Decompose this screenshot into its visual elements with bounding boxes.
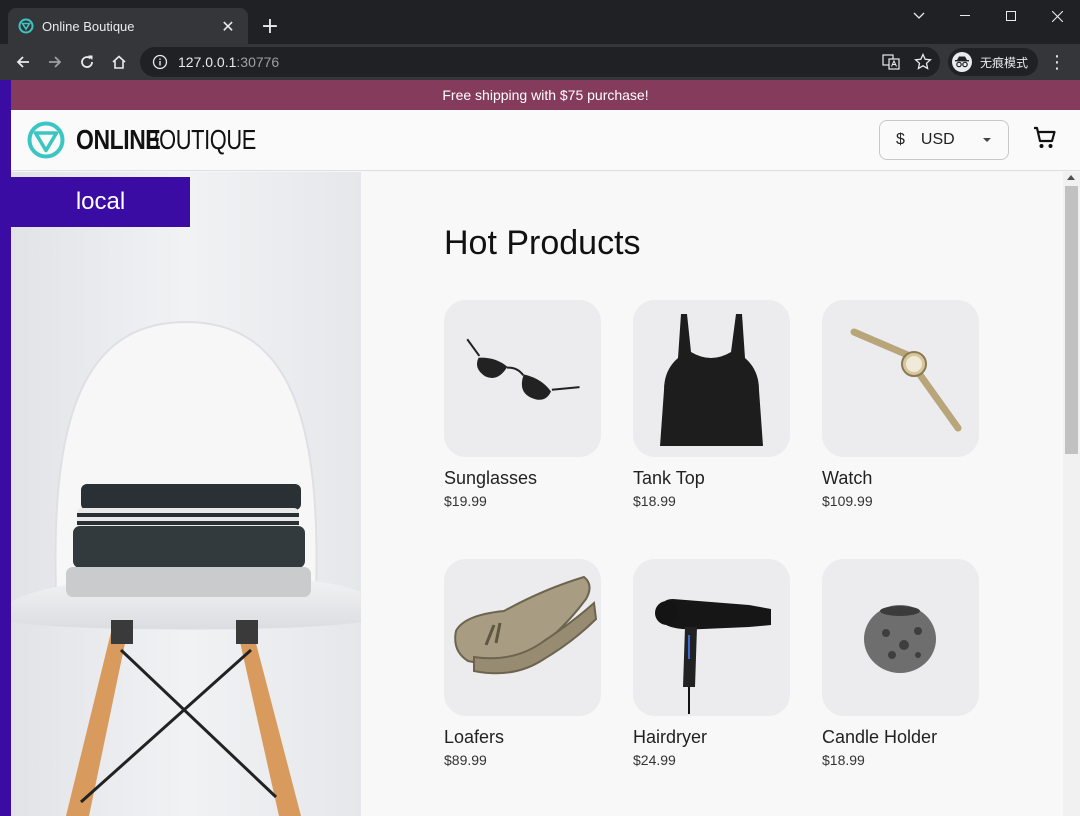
product-card-sunglasses[interactable]: Sunglasses $19.99: [444, 300, 601, 509]
close-window-icon[interactable]: [1034, 0, 1080, 32]
currency-select[interactable]: $ USD: [879, 120, 1009, 160]
shipping-banner: Free shipping with $75 purchase!: [11, 80, 1080, 110]
product-image[interactable]: [633, 559, 790, 716]
product-name[interactable]: Loafers: [444, 727, 601, 748]
watch-icon: [822, 300, 979, 457]
currency-symbol: $: [896, 131, 905, 148]
product-name[interactable]: Watch: [822, 468, 979, 489]
product-name[interactable]: Sunglasses: [444, 468, 601, 489]
site-favicon-icon: [18, 18, 34, 34]
logo-text-boutique: BOUTIQUE: [145, 124, 256, 155]
new-tab-icon[interactable]: +: [257, 13, 283, 39]
product-name[interactable]: Hairdryer: [633, 727, 790, 748]
product-price: $19.99: [444, 493, 487, 509]
site-header: ONLINE BOUTIQUE $ USD: [11, 110, 1080, 171]
product-image[interactable]: [444, 559, 601, 716]
products-section: Hot Products Sunglasses $19.99 Tank Top …: [361, 172, 1063, 816]
reload-icon[interactable]: [73, 48, 101, 76]
address-bar[interactable]: 127.0.0.1:30776: [140, 47, 940, 77]
incognito-icon: [952, 52, 972, 72]
hairdryer-icon: [633, 559, 790, 716]
product-card-watch[interactable]: Watch $109.99: [822, 300, 979, 509]
bookmark-star-icon[interactable]: [914, 53, 932, 71]
site-logo[interactable]: ONLINE BOUTIQUE: [26, 120, 265, 160]
product-card-candle-holder[interactable]: Candle Holder $18.99: [822, 559, 979, 768]
logo-text-online: ONLINE: [76, 124, 161, 155]
minimize-icon[interactable]: [942, 0, 988, 32]
home-icon[interactable]: [105, 48, 133, 76]
product-price: $109.99: [822, 493, 873, 509]
product-grid: Sunglasses $19.99 Tank Top $18.99 Watch …: [444, 300, 1004, 768]
product-image[interactable]: [444, 300, 601, 457]
product-card-hairdryer[interactable]: Hairdryer $24.99: [633, 559, 790, 768]
url-port: :30776: [236, 54, 280, 70]
section-title: Hot Products: [444, 224, 641, 262]
incognito-label: 无痕模式: [980, 55, 1029, 70]
tank-top-icon: [633, 300, 790, 457]
product-image[interactable]: [633, 300, 790, 457]
browser-tab[interactable]: Online Boutique ✕: [8, 8, 248, 44]
shopping-cart-icon[interactable]: [1033, 126, 1057, 150]
browser-menu-icon[interactable]: ⋮: [1046, 48, 1068, 76]
chair-with-clothes-image: [11, 172, 361, 816]
product-price: $24.99: [633, 752, 676, 768]
product-card-loafers[interactable]: Loafers $89.99: [444, 559, 601, 768]
product-image[interactable]: [822, 559, 979, 716]
product-price: $89.99: [444, 752, 487, 768]
tab-search-icon[interactable]: [896, 0, 942, 32]
browser-toolbar: 127.0.0.1:30776 无痕模式 ⋮: [0, 44, 1080, 80]
site-info-icon[interactable]: [152, 54, 168, 70]
loafers-icon: [444, 559, 601, 716]
left-accent-strip: [0, 80, 11, 816]
candle-holder-icon: [822, 559, 979, 716]
hero-image: local: [11, 172, 361, 816]
translate-icon[interactable]: [882, 53, 900, 71]
sunglasses-icon: [444, 300, 601, 457]
scrollbar-thumb[interactable]: [1065, 186, 1078, 454]
url-host: 127.0.0.1: [178, 54, 237, 70]
scroll-up-arrow-icon[interactable]: [1067, 175, 1075, 180]
web-page: Free shipping with $75 purchase! ONLINE …: [0, 80, 1080, 816]
forward-icon[interactable]: [41, 48, 69, 76]
product-image[interactable]: [822, 300, 979, 457]
product-price: $18.99: [822, 752, 865, 768]
back-icon[interactable]: [9, 48, 37, 76]
incognito-profile-button[interactable]: 无痕模式: [948, 48, 1038, 76]
page-scrollbar[interactable]: [1063, 172, 1080, 816]
product-name[interactable]: Candle Holder: [822, 727, 979, 748]
maximize-icon[interactable]: [988, 0, 1034, 32]
dropdown-arrow-icon: [983, 138, 991, 142]
tab-title: Online Boutique: [42, 18, 135, 34]
cluster-label: local: [11, 177, 190, 227]
logo-mark-icon: [27, 121, 65, 159]
product-name[interactable]: Tank Top: [633, 468, 790, 489]
currency-code: USD: [920, 131, 955, 148]
product-card-tank-top[interactable]: Tank Top $18.99: [633, 300, 790, 509]
close-tab-icon[interactable]: ✕: [218, 16, 238, 36]
browser-tabstrip: Online Boutique ✕ +: [0, 0, 1080, 44]
product-price: $18.99: [633, 493, 676, 509]
